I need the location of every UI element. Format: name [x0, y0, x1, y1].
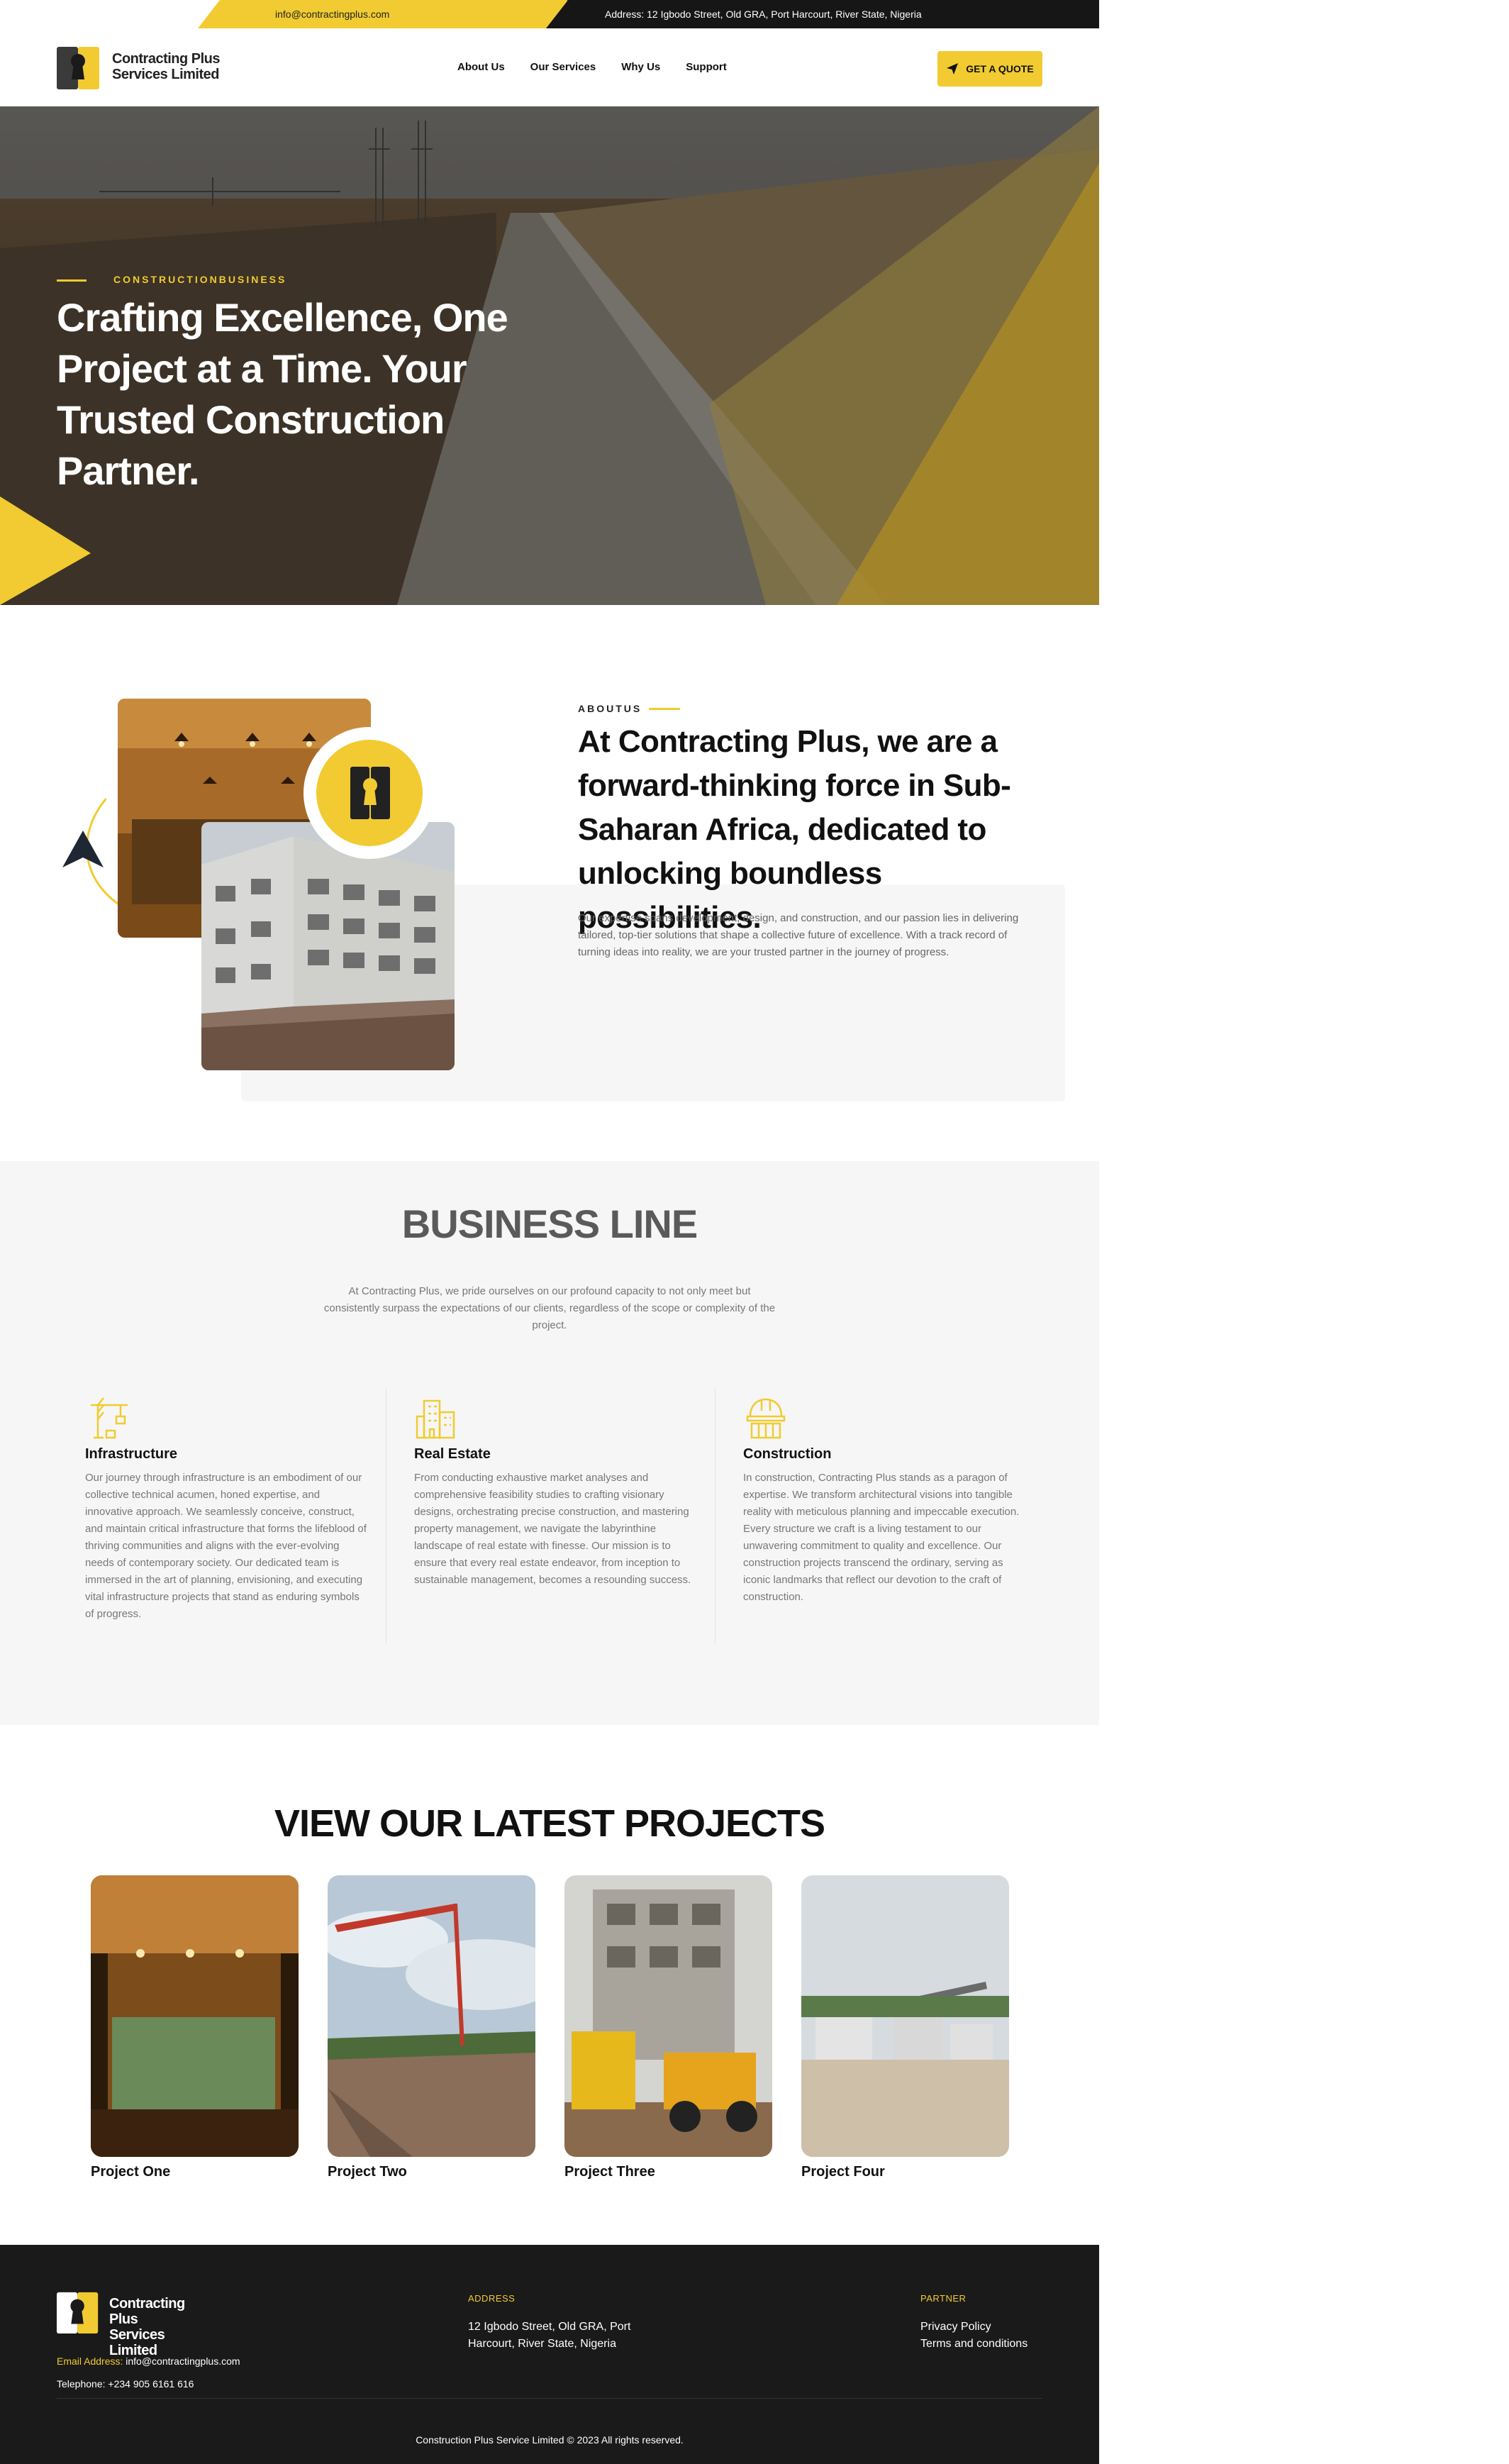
project-card[interactable]: Project Four — [801, 1875, 1009, 2180]
nav-why-us[interactable]: Why Us — [621, 61, 660, 73]
main-nav: About Us Our Services Why Us Support — [457, 61, 727, 73]
about-section: ABOUTUS At Contracting Plus, we are a fo… — [0, 605, 1099, 1161]
footer-logo-line-1: Contracting Plus — [109, 2296, 185, 2327]
nav-about-us[interactable]: About Us — [457, 61, 505, 73]
business-item-body: In construction, Contracting Plus stands… — [743, 1472, 1020, 1603]
send-icon — [947, 63, 959, 74]
project-name: Project One — [91, 2164, 171, 2180]
project-four-photo — [801, 1875, 1009, 2157]
page: info@contractingplus.com Address: 12 Igb… — [0, 0, 1099, 2464]
business-item-infrastructure: Infrastructure Our journey through infra… — [85, 1395, 369, 1623]
footer-phone: Telephone: +234 905 6161 616 — [57, 2378, 194, 2390]
keyhole-logo-icon — [57, 2292, 99, 2334]
hero-title: Crafting Excellence, One Project at a Ti… — [57, 295, 508, 493]
building-construction-photo — [201, 822, 455, 1070]
business-item-real-estate: Real Estate From conducting exhaustive m… — [414, 1395, 698, 1589]
project-name: Project Three — [564, 2164, 655, 2180]
terms-link[interactable]: Terms and conditions — [920, 2336, 1028, 2353]
privacy-policy-link[interactable]: Privacy Policy — [920, 2319, 1028, 2336]
project-two-photo — [328, 1875, 535, 2157]
footer-logo[interactable]: Contracting Plus Services Limited — [57, 2289, 213, 2358]
project-card[interactable]: Project One — [91, 1875, 299, 2180]
nav-our-services[interactable]: Our Services — [530, 61, 596, 73]
footer-contact: Email Address: info@contractingplus.com … — [57, 2350, 240, 2395]
keyhole-logo-icon — [57, 47, 99, 89]
business-line-intro: At Contracting Plus, we pride ourselves … — [323, 1285, 776, 1331]
project-name: Project Four — [801, 2164, 885, 2180]
hero-eyebrow: CONSTRUCTIONBUSINESS — [113, 274, 287, 285]
about-label: ABOUTUS — [578, 703, 642, 714]
business-item-title: Real Estate — [414, 1446, 491, 1462]
project-three-photo — [564, 1875, 772, 2157]
project-name: Project Two — [328, 2164, 407, 2180]
logo-line-1: Contracting Plus — [112, 51, 221, 67]
footer-address-heading: ADDRESS — [468, 2293, 516, 2304]
top-bar: info@contractingplus.com Address: 12 Igb… — [0, 0, 1099, 28]
project-card[interactable]: Project Three — [564, 1875, 772, 2180]
about-title: At Contracting Plus, we are a forward-th… — [578, 724, 1011, 935]
logo-line-2: Services Limited — [112, 67, 219, 82]
footer-partner-heading: PARTNER — [920, 2293, 967, 2304]
business-item-body: Our journey through infrastructure is an… — [85, 1472, 367, 1620]
business-item-construction: Construction In construction, Contractin… — [743, 1395, 1027, 1606]
projects-title: VIEW OUR LATEST PROJECTS — [274, 1802, 825, 1845]
hero-eyebrow-line — [57, 279, 87, 282]
topbar-address: Address: 12 Igbodo Street, Old GRA, Port… — [605, 9, 922, 20]
business-line-title: BUSINESS LINE — [401, 1202, 698, 1246]
projects-section: VIEW OUR LATEST PROJECTS Project One Pro… — [0, 1725, 1099, 2245]
get-a-quote-label: GET A QUOTE — [966, 63, 1034, 74]
footer-copyright: Construction Plus Service Limited © 2023… — [416, 2434, 684, 2446]
nav-support[interactable]: Support — [686, 61, 727, 73]
footer-links: Privacy Policy Terms and conditions — [920, 2319, 1028, 2353]
logo-badge — [304, 727, 435, 859]
business-item-title: Construction — [743, 1446, 832, 1462]
navigation-arrow-icon — [62, 831, 104, 867]
project-one-photo — [91, 1875, 299, 2157]
topbar-email[interactable]: info@contractingplus.com — [275, 9, 389, 20]
business-line-section: BUSINESS LINE At Contracting Plus, we pr… — [0, 1161, 1099, 1725]
footer-email-label: Email Address: — [57, 2355, 123, 2367]
site-header: Contracting Plus Services Limited About … — [0, 28, 1099, 106]
project-card[interactable]: Project Two — [328, 1875, 535, 2180]
logo[interactable]: Contracting Plus Services Limited — [57, 44, 227, 92]
building-icon — [416, 1399, 455, 1439]
crane-icon — [91, 1397, 128, 1439]
site-footer: Contracting Plus Services Limited Email … — [0, 2245, 1099, 2464]
footer-email[interactable]: info@contractingplus.com — [126, 2355, 240, 2367]
business-item-body: From conducting exhaustive market analys… — [414, 1472, 691, 1586]
hardhat-icon — [746, 1398, 786, 1439]
about-label-line — [649, 707, 681, 710]
get-a-quote-button[interactable]: GET A QUOTE — [937, 51, 1042, 87]
about-body: Our expertise spans development, design,… — [578, 912, 1019, 958]
footer-divider — [57, 2398, 1042, 2399]
keyhole-icon — [350, 767, 390, 819]
business-item-title: Infrastructure — [85, 1446, 178, 1462]
footer-address: 12 Igbodo Street, Old GRA, Port Harcourt… — [468, 2321, 631, 2350]
hero: CONSTRUCTIONBUSINESS Crafting Excellence… — [0, 106, 1099, 605]
